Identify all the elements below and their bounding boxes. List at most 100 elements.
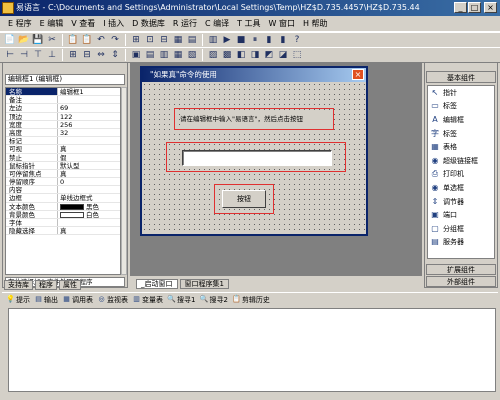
toolbar1-button-7[interactable]: ↷ (109, 34, 121, 46)
maximize-button[interactable]: □ (468, 2, 481, 13)
form-window[interactable]: "如果真"命令的使用 × 请在编辑框中输入"易语言"，然后点击按钮 按钮 (140, 66, 368, 236)
tab-properties[interactable]: 属性 (59, 280, 81, 290)
property-row[interactable]: 文本颜色 黑色 (6, 202, 120, 211)
property-value[interactable]: 69 (58, 104, 120, 111)
output-area[interactable] (8, 308, 496, 392)
property-row[interactable]: 边框 单线边框式 (6, 194, 120, 203)
menu-view[interactable]: V 查看 (69, 18, 97, 29)
output-tab[interactable]: 💡 提示 (6, 295, 30, 305)
component-item[interactable]: ▦ 表格 (428, 140, 494, 154)
toolbar2-button-6[interactable]: ⇔ (95, 49, 107, 61)
toolbar2-button-3[interactable]: ⊥ (46, 49, 58, 61)
toolbar1-button-15[interactable]: ■ (235, 34, 247, 46)
property-row[interactable]: 鼠标指针 默认型 (6, 161, 120, 170)
property-value[interactable] (58, 137, 120, 144)
property-row[interactable]: 左边 69 (6, 104, 120, 113)
output-tab[interactable]: ▥ 变量表 (132, 295, 163, 305)
output-tab[interactable]: ◎ 监视表 (97, 295, 128, 305)
toolbar2-button-19[interactable]: ⬚ (291, 49, 303, 61)
property-row[interactable]: 可视真 (6, 145, 120, 154)
toolbar2-button-11[interactable]: ▦ (172, 49, 184, 61)
toolbar1-button-3[interactable]: ✂ (46, 34, 58, 46)
menu-help[interactable]: H 帮助 (301, 18, 330, 29)
toolbar1-button-5[interactable]: 📋 (81, 34, 93, 46)
component-item[interactable]: ▣ 端口 (428, 208, 494, 222)
hint-label[interactable]: 请在编辑框中输入"易语言"，然后点击按钮 (180, 114, 330, 125)
property-row[interactable]: 禁止假 (6, 153, 120, 162)
component-item[interactable]: ⇕ 调节器 (428, 195, 494, 209)
edit-field[interactable] (182, 150, 332, 166)
component-item[interactable]: ◉ 单选框 (428, 181, 494, 195)
component-item[interactable]: ▤ 服务器 (428, 236, 494, 250)
toolbar2-button-16[interactable]: ◨ (249, 49, 261, 61)
toolbar2-button-9[interactable]: ▤ (144, 49, 156, 61)
output-tab[interactable]: 📋 剪辑历史 (232, 295, 270, 305)
toolbar2-button-13[interactable]: ▨ (207, 49, 219, 61)
output-tab[interactable]: 🔍 搜寻2 (199, 295, 228, 305)
toolbar2-button-4[interactable]: ⊞ (67, 49, 79, 61)
property-value[interactable]: 真 (58, 170, 120, 177)
component-item[interactable]: ⎙ 打印机 (428, 168, 494, 182)
toolbar2-button-8[interactable]: ▣ (130, 49, 142, 61)
toolbar2-button-14[interactable]: ▩ (221, 49, 233, 61)
property-value[interactable]: 假 (58, 154, 120, 161)
tab-program[interactable]: 程序 (35, 280, 57, 290)
toolbar1-button-17[interactable]: ▮ (263, 34, 275, 46)
property-value[interactable]: 单线边框式 (58, 194, 120, 201)
property-row[interactable]: 备注 (6, 96, 120, 105)
property-row[interactable]: 字体 (6, 219, 120, 228)
property-row[interactable]: 背景颜色 白色 (6, 210, 120, 219)
toolbar1-button-1[interactable]: 📂 (18, 34, 30, 46)
toolbar1-button-19[interactable]: ? (291, 34, 303, 46)
menu-compile[interactable]: C 编译 (203, 18, 231, 29)
property-value[interactable]: 0 (58, 178, 120, 185)
close-button[interactable]: × (484, 2, 497, 13)
toolbar1-button-14[interactable]: ▶ (221, 34, 233, 46)
property-row[interactable]: 顶边 122 (6, 112, 120, 121)
property-row[interactable]: 停留顺序 0 (6, 178, 120, 187)
tab-start-window[interactable]: _启动窗口 (136, 279, 178, 289)
toolbar1-button-11[interactable]: ▦ (172, 34, 184, 46)
property-row[interactable]: 内容 (6, 186, 120, 195)
toolbar1-button-6[interactable]: ↶ (95, 34, 107, 46)
property-scrollbar[interactable] (121, 87, 127, 275)
menu-edit[interactable]: E 编辑 (38, 18, 66, 29)
toolbar2-button-7[interactable]: ⇕ (109, 49, 121, 61)
menu-tools[interactable]: T 工具 (235, 18, 262, 29)
property-row[interactable]: 可停留焦点真 (6, 169, 120, 179)
tab-window-assembly[interactable]: 窗口程序集1 (179, 279, 229, 289)
component-item[interactable]: 字标签 (428, 127, 494, 141)
property-row[interactable]: 高度 32 (6, 128, 120, 138)
toolbar2-button-2[interactable]: ⊤ (32, 49, 44, 61)
output-tab[interactable]: ▦ 调用表 (62, 295, 93, 305)
component-item[interactable]: A 编辑框 (428, 113, 494, 127)
toolbar2-button-18[interactable]: ◪ (277, 49, 289, 61)
toolbar1-button-0[interactable]: 📄 (4, 34, 16, 46)
toolbar1-button-13[interactable]: ▥ (207, 34, 219, 46)
menu-run[interactable]: R 运行 (171, 18, 199, 29)
property-value[interactable]: 122 (58, 113, 120, 120)
component-item[interactable]: ▭ 标签 (428, 100, 494, 114)
toolbar1-button-16[interactable]: ⏸ (249, 34, 261, 46)
component-item[interactable]: ↖ 指针 (428, 86, 494, 100)
toolbar2-button-12[interactable]: ▧ (186, 49, 198, 61)
toolbar1-button-8[interactable]: ⊞ (130, 34, 142, 46)
toolbar1-button-12[interactable]: ▤ (186, 34, 198, 46)
property-value[interactable] (58, 96, 120, 103)
property-value[interactable]: 编辑框1 (58, 88, 120, 95)
component-item[interactable]: ◉ 超级链接框 (428, 154, 494, 168)
property-row[interactable]: 名称 编辑框1 (6, 88, 120, 97)
minimize-button[interactable]: _ (454, 2, 467, 13)
property-value[interactable]: 真 (58, 145, 120, 152)
property-value[interactable] (58, 219, 120, 226)
toolbar1-button-10[interactable]: ⊟ (158, 34, 170, 46)
toolbar2-button-5[interactable]: ⊟ (81, 49, 93, 61)
property-row[interactable]: 宽度 256 (6, 120, 120, 129)
output-tab[interactable]: ▤ 输出 (34, 295, 58, 305)
tab-support-lib[interactable]: 支持库 (4, 280, 33, 290)
toolbar2-button-10[interactable]: ▥ (158, 49, 170, 61)
toolbar1-button-18[interactable]: ▮ (277, 34, 289, 46)
menu-insert[interactable]: I 插入 (101, 18, 126, 29)
tab-extended-components[interactable]: 扩展组件 (426, 264, 496, 275)
form-close-button[interactable]: × (352, 69, 364, 80)
